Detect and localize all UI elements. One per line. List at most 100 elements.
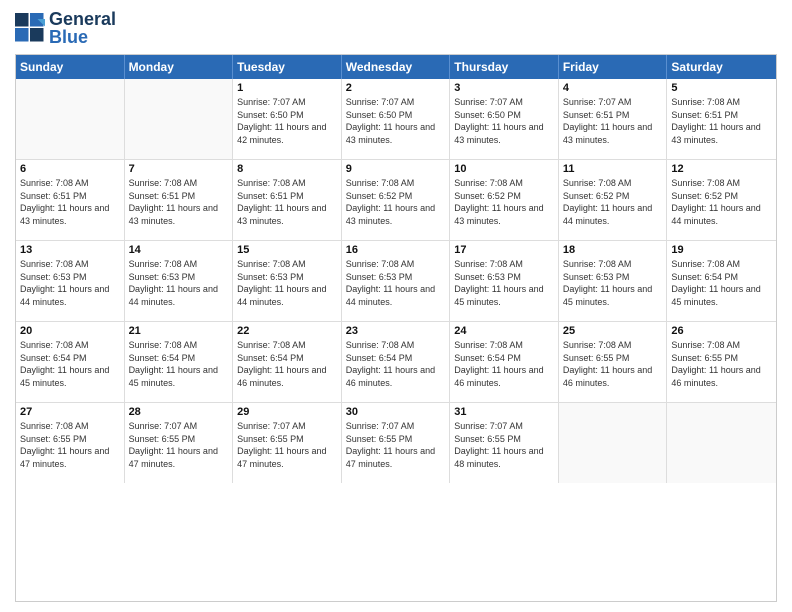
calendar-header-cell: Sunday (16, 55, 125, 79)
calendar-cell (667, 403, 776, 483)
calendar-cell: 4 Sunrise: 7:07 AM Sunset: 6:51 PM Dayli… (559, 79, 668, 159)
calendar-cell: 15 Sunrise: 7:08 AM Sunset: 6:53 PM Dayl… (233, 241, 342, 321)
day-number: 23 (346, 325, 446, 337)
calendar-cell: 5 Sunrise: 7:08 AM Sunset: 6:51 PM Dayli… (667, 79, 776, 159)
calendar-row: 20 Sunrise: 7:08 AM Sunset: 6:54 PM Dayl… (16, 322, 776, 403)
cell-info: Sunrise: 7:08 AM Sunset: 6:51 PM Dayligh… (129, 177, 229, 227)
cell-info: Sunrise: 7:07 AM Sunset: 6:50 PM Dayligh… (346, 96, 446, 146)
cell-info: Sunrise: 7:07 AM Sunset: 6:55 PM Dayligh… (129, 420, 229, 470)
calendar-header-cell: Tuesday (233, 55, 342, 79)
day-number: 4 (563, 82, 663, 94)
calendar-cell: 1 Sunrise: 7:07 AM Sunset: 6:50 PM Dayli… (233, 79, 342, 159)
cell-info: Sunrise: 7:08 AM Sunset: 6:53 PM Dayligh… (346, 258, 446, 308)
calendar-cell (559, 403, 668, 483)
calendar-cell: 12 Sunrise: 7:08 AM Sunset: 6:52 PM Dayl… (667, 160, 776, 240)
day-number: 22 (237, 325, 337, 337)
logo-general: General Blue (49, 10, 116, 46)
calendar-cell: 17 Sunrise: 7:08 AM Sunset: 6:53 PM Dayl… (450, 241, 559, 321)
day-number: 14 (129, 244, 229, 256)
cell-info: Sunrise: 7:08 AM Sunset: 6:51 PM Dayligh… (671, 96, 772, 146)
calendar-cell (16, 79, 125, 159)
cell-info: Sunrise: 7:08 AM Sunset: 6:51 PM Dayligh… (20, 177, 120, 227)
calendar-cell: 27 Sunrise: 7:08 AM Sunset: 6:55 PM Dayl… (16, 403, 125, 483)
cell-info: Sunrise: 7:07 AM Sunset: 6:50 PM Dayligh… (454, 96, 554, 146)
calendar-cell: 9 Sunrise: 7:08 AM Sunset: 6:52 PM Dayli… (342, 160, 451, 240)
day-number: 12 (671, 163, 772, 175)
cell-info: Sunrise: 7:08 AM Sunset: 6:53 PM Dayligh… (563, 258, 663, 308)
calendar-header-cell: Wednesday (342, 55, 451, 79)
cell-info: Sunrise: 7:08 AM Sunset: 6:53 PM Dayligh… (237, 258, 337, 308)
day-number: 31 (454, 406, 554, 418)
calendar-header-cell: Friday (559, 55, 668, 79)
logo-icon (15, 13, 45, 43)
day-number: 2 (346, 82, 446, 94)
cell-info: Sunrise: 7:08 AM Sunset: 6:54 PM Dayligh… (20, 339, 120, 389)
cell-info: Sunrise: 7:08 AM Sunset: 6:54 PM Dayligh… (346, 339, 446, 389)
day-number: 28 (129, 406, 229, 418)
cell-info: Sunrise: 7:08 AM Sunset: 6:54 PM Dayligh… (129, 339, 229, 389)
cell-info: Sunrise: 7:08 AM Sunset: 6:52 PM Dayligh… (454, 177, 554, 227)
day-number: 15 (237, 244, 337, 256)
calendar-cell: 26 Sunrise: 7:08 AM Sunset: 6:55 PM Dayl… (667, 322, 776, 402)
calendar-body: 1 Sunrise: 7:07 AM Sunset: 6:50 PM Dayli… (16, 79, 776, 483)
calendar-cell: 3 Sunrise: 7:07 AM Sunset: 6:50 PM Dayli… (450, 79, 559, 159)
day-number: 21 (129, 325, 229, 337)
cell-info: Sunrise: 7:08 AM Sunset: 6:52 PM Dayligh… (346, 177, 446, 227)
calendar-header-cell: Monday (125, 55, 234, 79)
calendar-cell: 13 Sunrise: 7:08 AM Sunset: 6:53 PM Dayl… (16, 241, 125, 321)
calendar-cell: 14 Sunrise: 7:08 AM Sunset: 6:53 PM Dayl… (125, 241, 234, 321)
day-number: 11 (563, 163, 663, 175)
cell-info: Sunrise: 7:08 AM Sunset: 6:54 PM Dayligh… (454, 339, 554, 389)
calendar-row: 6 Sunrise: 7:08 AM Sunset: 6:51 PM Dayli… (16, 160, 776, 241)
cell-info: Sunrise: 7:08 AM Sunset: 6:55 PM Dayligh… (671, 339, 772, 389)
calendar-cell: 25 Sunrise: 7:08 AM Sunset: 6:55 PM Dayl… (559, 322, 668, 402)
day-number: 29 (237, 406, 337, 418)
day-number: 18 (563, 244, 663, 256)
calendar-header-cell: Saturday (667, 55, 776, 79)
calendar-cell: 24 Sunrise: 7:08 AM Sunset: 6:54 PM Dayl… (450, 322, 559, 402)
cell-info: Sunrise: 7:07 AM Sunset: 6:55 PM Dayligh… (237, 420, 337, 470)
day-number: 25 (563, 325, 663, 337)
calendar-cell: 30 Sunrise: 7:07 AM Sunset: 6:55 PM Dayl… (342, 403, 451, 483)
page-header: General Blue (15, 10, 777, 46)
cell-info: Sunrise: 7:07 AM Sunset: 6:50 PM Dayligh… (237, 96, 337, 146)
day-number: 13 (20, 244, 120, 256)
day-number: 1 (237, 82, 337, 94)
calendar-cell (125, 79, 234, 159)
day-number: 24 (454, 325, 554, 337)
cell-info: Sunrise: 7:08 AM Sunset: 6:54 PM Dayligh… (237, 339, 337, 389)
day-number: 26 (671, 325, 772, 337)
calendar-cell: 23 Sunrise: 7:08 AM Sunset: 6:54 PM Dayl… (342, 322, 451, 402)
cell-info: Sunrise: 7:08 AM Sunset: 6:54 PM Dayligh… (671, 258, 772, 308)
cell-info: Sunrise: 7:08 AM Sunset: 6:53 PM Dayligh… (129, 258, 229, 308)
calendar-cell: 7 Sunrise: 7:08 AM Sunset: 6:51 PM Dayli… (125, 160, 234, 240)
calendar-cell: 2 Sunrise: 7:07 AM Sunset: 6:50 PM Dayli… (342, 79, 451, 159)
calendar-header: SundayMondayTuesdayWednesdayThursdayFrid… (16, 55, 776, 79)
calendar-cell: 31 Sunrise: 7:07 AM Sunset: 6:55 PM Dayl… (450, 403, 559, 483)
cell-info: Sunrise: 7:08 AM Sunset: 6:53 PM Dayligh… (20, 258, 120, 308)
calendar-cell: 28 Sunrise: 7:07 AM Sunset: 6:55 PM Dayl… (125, 403, 234, 483)
day-number: 8 (237, 163, 337, 175)
calendar-cell: 8 Sunrise: 7:08 AM Sunset: 6:51 PM Dayli… (233, 160, 342, 240)
calendar-cell: 18 Sunrise: 7:08 AM Sunset: 6:53 PM Dayl… (559, 241, 668, 321)
logo: General Blue (15, 10, 116, 46)
day-number: 30 (346, 406, 446, 418)
cell-info: Sunrise: 7:07 AM Sunset: 6:55 PM Dayligh… (454, 420, 554, 470)
day-number: 5 (671, 82, 772, 94)
calendar-cell: 19 Sunrise: 7:08 AM Sunset: 6:54 PM Dayl… (667, 241, 776, 321)
cell-info: Sunrise: 7:08 AM Sunset: 6:52 PM Dayligh… (563, 177, 663, 227)
calendar-cell: 29 Sunrise: 7:07 AM Sunset: 6:55 PM Dayl… (233, 403, 342, 483)
calendar-row: 1 Sunrise: 7:07 AM Sunset: 6:50 PM Dayli… (16, 79, 776, 160)
calendar-cell: 16 Sunrise: 7:08 AM Sunset: 6:53 PM Dayl… (342, 241, 451, 321)
day-number: 19 (671, 244, 772, 256)
cell-info: Sunrise: 7:07 AM Sunset: 6:51 PM Dayligh… (563, 96, 663, 146)
day-number: 10 (454, 163, 554, 175)
cell-info: Sunrise: 7:08 AM Sunset: 6:53 PM Dayligh… (454, 258, 554, 308)
cell-info: Sunrise: 7:07 AM Sunset: 6:55 PM Dayligh… (346, 420, 446, 470)
calendar-cell: 10 Sunrise: 7:08 AM Sunset: 6:52 PM Dayl… (450, 160, 559, 240)
cell-info: Sunrise: 7:08 AM Sunset: 6:52 PM Dayligh… (671, 177, 772, 227)
calendar-cell: 11 Sunrise: 7:08 AM Sunset: 6:52 PM Dayl… (559, 160, 668, 240)
cell-info: Sunrise: 7:08 AM Sunset: 6:55 PM Dayligh… (20, 420, 120, 470)
calendar-cell: 20 Sunrise: 7:08 AM Sunset: 6:54 PM Dayl… (16, 322, 125, 402)
day-number: 9 (346, 163, 446, 175)
